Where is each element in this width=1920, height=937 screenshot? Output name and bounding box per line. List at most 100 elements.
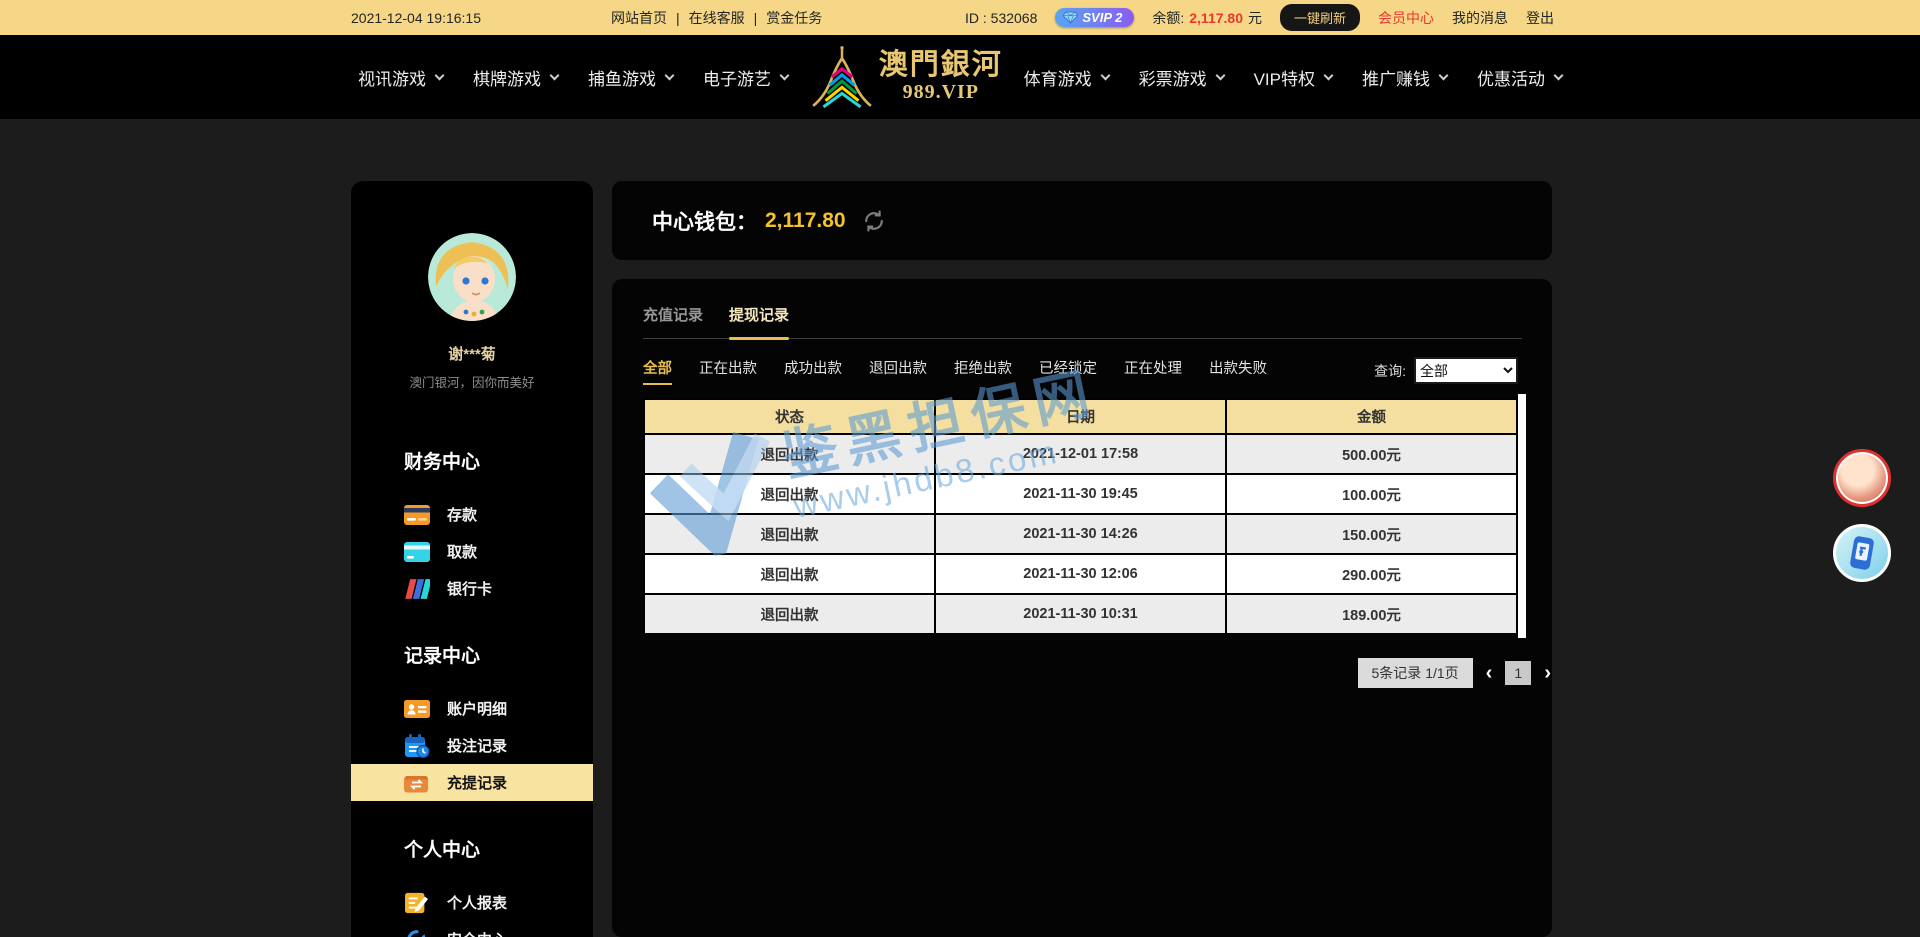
link-bounty-tasks[interactable]: 赏金任务 <box>766 8 822 28</box>
filter-processing[interactable]: 正在处理 <box>1124 357 1182 385</box>
app-download-button[interactable] <box>1833 524 1891 582</box>
chevron-down-icon <box>665 70 675 80</box>
nav-item-board-games[interactable]: 棋牌游戏 <box>473 65 558 90</box>
nav-item-sports[interactable]: 体育游戏 <box>1024 65 1109 90</box>
table-row: 退回出款 2021-11-30 10:31 189.00元 <box>644 594 1517 634</box>
nav-item-slot-games[interactable]: 电子游艺 <box>703 65 788 90</box>
logout-link[interactable]: 登出 <box>1526 8 1554 28</box>
next-page-arrow[interactable]: › <box>1544 663 1551 683</box>
chevron-down-icon <box>1100 70 1110 80</box>
withdraw-card-icon <box>403 540 430 564</box>
filter-locked[interactable]: 已经锁定 <box>1039 357 1097 385</box>
query-label: 查询: <box>1374 361 1406 381</box>
cell-amount: 290.00元 <box>1226 554 1517 594</box>
logo-text: 澳門銀河 989.VIP <box>879 50 1003 103</box>
balance-unit: 元 <box>1248 8 1262 28</box>
query-select[interactable]: 全部 <box>1414 357 1518 384</box>
nav-item-lottery[interactable]: 彩票游戏 <box>1139 65 1224 90</box>
cell-amount: 189.00元 <box>1226 594 1517 634</box>
one-key-refresh-button[interactable]: 一键刷新 <box>1280 4 1360 31</box>
query-group: 查询: 全部 <box>1374 357 1518 384</box>
page-number[interactable]: 1 <box>1505 661 1531 685</box>
sidebar-item-label: 安全中心 <box>447 929 507 937</box>
user-tagline: 澳门银河，因你而美好 <box>351 372 593 391</box>
filter-success[interactable]: 成功出款 <box>784 357 842 385</box>
phone-app-icon <box>1845 534 1879 572</box>
link-customer-service[interactable]: 在线客服 <box>689 8 745 28</box>
withdraw-records-table: 状态 日期 金额 退回出款 2021-12-01 17:58 500.00元 退… <box>643 398 1518 635</box>
pagination: 5条记录 1/1页 ‹ 1 › <box>643 658 1551 688</box>
sidebar-item-deposit[interactable]: 存款 <box>351 496 593 533</box>
chevron-down-icon <box>550 70 560 80</box>
table-row: 退回出款 2021-11-30 12:06 290.00元 <box>644 554 1517 594</box>
sidebar-item-bank-card[interactable]: 银行卡 <box>351 570 593 607</box>
galaxy-fountain-icon <box>809 46 875 108</box>
nav-item-label: 推广赚钱 <box>1362 65 1430 90</box>
nav-item-label: 电子游艺 <box>703 65 771 90</box>
link-home[interactable]: 网站首页 <box>611 8 667 28</box>
nav-item-label: VIP特权 <box>1254 65 1315 90</box>
tab-withdraw-records[interactable]: 提现记录 <box>729 304 789 338</box>
page-summary: 5条记录 1/1页 <box>1358 658 1473 688</box>
table-row: 退回出款 2021-11-30 19:45 100.00元 <box>644 474 1517 514</box>
vip-badge-label: SVIP 2 <box>1082 10 1122 25</box>
cell-date: 2021-12-01 17:58 <box>935 434 1226 474</box>
nav-item-fishing-games[interactable]: 捕鱼游戏 <box>588 65 673 90</box>
cell-amount: 500.00元 <box>1226 434 1517 474</box>
vip-badge: SVIP 2 <box>1055 8 1134 27</box>
account-detail-icon <box>403 697 430 721</box>
prev-page-arrow[interactable]: ‹ <box>1486 663 1493 683</box>
table-scrollbar[interactable] <box>1518 394 1526 638</box>
bet-record-icon <box>403 734 430 758</box>
refresh-icon[interactable] <box>862 209 886 233</box>
nav-item-vip[interactable]: VIP特权 <box>1254 65 1332 90</box>
filter-all[interactable]: 全部 <box>643 357 672 385</box>
record-tabs: 充值记录 提现记录 <box>643 304 1522 339</box>
nav-item-label: 彩票游戏 <box>1139 65 1207 90</box>
nav-item-promotions[interactable]: 优惠活动 <box>1477 65 1562 90</box>
filter-returned[interactable]: 退回出款 <box>869 357 927 385</box>
nav-item-live-games[interactable]: 视讯游戏 <box>358 65 443 90</box>
sidebar-item-label: 充提记录 <box>447 772 507 793</box>
sidebar: 谢***菊 澳门银河，因你而美好 财务中心 存款 取款 银行卡 记录中心 <box>351 181 593 937</box>
table-header-row: 状态 日期 金额 <box>644 399 1517 434</box>
filter-failed[interactable]: 出款失败 <box>1209 357 1267 385</box>
site-logo[interactable]: 澳門銀河 989.VIP <box>809 46 1003 108</box>
nav-item-label: 视讯游戏 <box>358 65 426 90</box>
cell-amount: 150.00元 <box>1226 514 1517 554</box>
sidebar-menu: 财务中心 存款 取款 银行卡 记录中心 账户明细 <box>351 447 593 937</box>
cell-status: 退回出款 <box>644 514 935 554</box>
nav-item-label: 优惠活动 <box>1477 65 1545 90</box>
sidebar-item-withdraw[interactable]: 取款 <box>351 533 593 570</box>
nav-item-promotion-earn[interactable]: 推广赚钱 <box>1362 65 1447 90</box>
my-messages-link[interactable]: 我的消息 <box>1452 8 1508 28</box>
customer-service-avatar-button[interactable] <box>1833 449 1891 507</box>
balance-label: 余额: <box>1152 8 1184 28</box>
records-card: 充值记录 提现记录 全部 正在出款 成功出款 退回出款 拒绝出款 已经锁定 正在… <box>612 279 1552 937</box>
col-header-status: 状态 <box>644 399 935 434</box>
nav-right-group: 体育游戏 彩票游戏 VIP特权 推广赚钱 优惠活动 <box>1024 65 1562 90</box>
balance-value: 2,117.80 <box>1189 10 1243 26</box>
sidebar-item-account-detail[interactable]: 账户明细 <box>351 690 593 727</box>
sidebar-item-personal-report[interactable]: 个人报表 <box>351 884 593 921</box>
sidebar-item-label: 投注记录 <box>447 735 507 756</box>
chevron-down-icon <box>1324 70 1334 80</box>
sidebar-item-security-center[interactable]: 安全中心 <box>351 921 593 937</box>
sidebar-item-deposit-withdraw-record[interactable]: 充提记录 <box>351 764 593 801</box>
wallet-record-icon <box>403 771 430 795</box>
topbar: 2021-12-04 19:16:15 网站首页 | 在线客服 | 赏金任务 I… <box>0 0 1920 35</box>
member-center-link[interactable]: 会员中心 <box>1378 8 1434 28</box>
section-title-records: 记录中心 <box>404 641 593 668</box>
wallet-label: 中心钱包： <box>652 206 757 236</box>
topbar-left: 2021-12-04 19:16:15 网站首页 | 在线客服 | 赏金任务 <box>351 8 822 28</box>
cell-status: 退回出款 <box>644 474 935 514</box>
sidebar-item-bet-record[interactable]: 投注记录 <box>351 727 593 764</box>
filter-rejected[interactable]: 拒绝出款 <box>954 357 1012 385</box>
main-nav: 视讯游戏 棋牌游戏 捕鱼游戏 电子游艺 澳門銀河 989. <box>0 35 1920 119</box>
chevron-down-icon <box>1439 70 1449 80</box>
filter-paying[interactable]: 正在出款 <box>699 357 757 385</box>
avatar[interactable] <box>428 233 516 321</box>
user-id: ID : 532068 <box>965 10 1037 26</box>
tab-deposit-records[interactable]: 充值记录 <box>643 304 703 338</box>
chevron-down-icon <box>1554 70 1564 80</box>
